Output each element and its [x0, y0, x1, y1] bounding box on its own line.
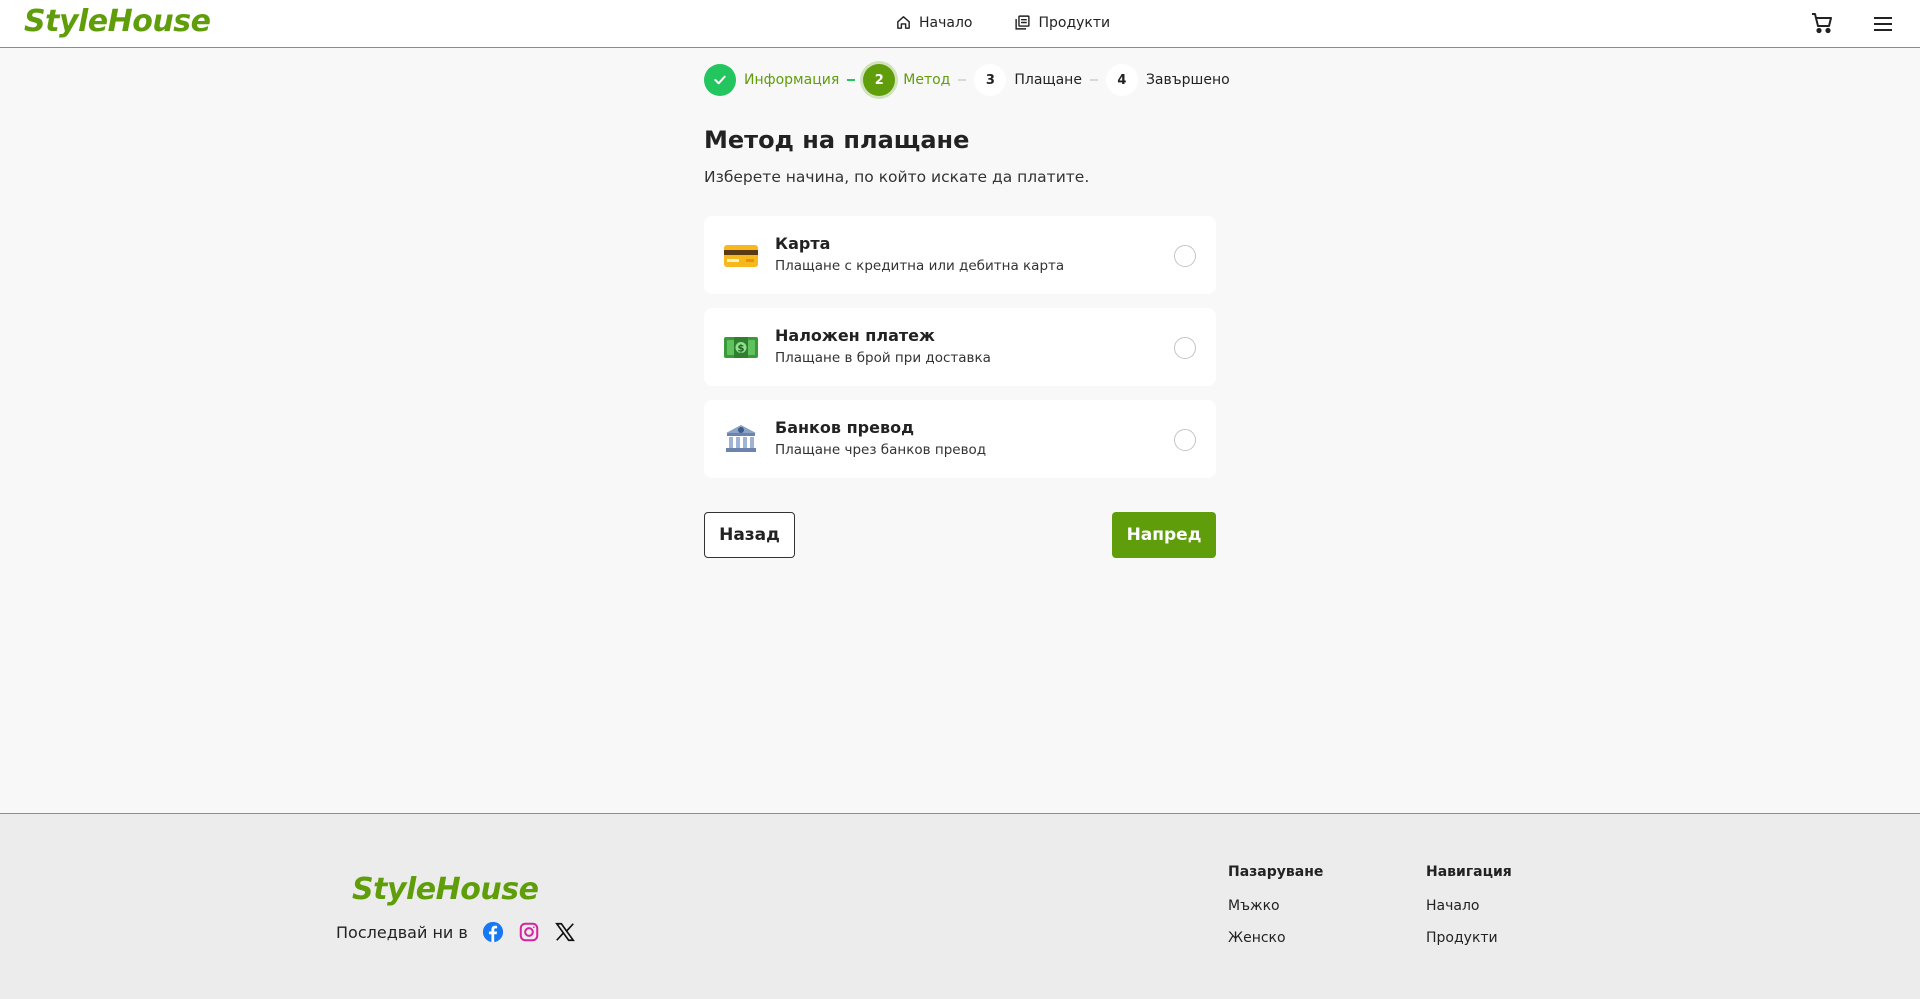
- instagram-icon[interactable]: [518, 921, 540, 943]
- step-label: Плащане: [1014, 72, 1082, 88]
- footer-link-products[interactable]: Продукти: [1426, 930, 1512, 946]
- payment-options: Карта Плащане с кредитна или дебитна кар…: [704, 216, 1216, 492]
- payment-option-cash[interactable]: $ Наложен платеж Плащане в брой при дост…: [704, 308, 1216, 386]
- facebook-icon[interactable]: [482, 921, 504, 943]
- footer-logo[interactable]: StyleHouse: [352, 872, 539, 907]
- step-label: Информация: [744, 72, 840, 88]
- follow-text: Последвай ни в: [336, 922, 468, 942]
- step-number: 3: [974, 64, 1007, 96]
- page-title: Метод на плащане: [704, 126, 970, 154]
- step-complete: 4 Завършено: [1105, 64, 1230, 96]
- bank-icon: [726, 425, 756, 452]
- logo[interactable]: StyleHouse: [24, 4, 211, 39]
- hamburger-menu-icon[interactable]: [1871, 12, 1895, 36]
- x-icon[interactable]: [554, 921, 576, 943]
- option-description: Плащане в брой при доставка: [775, 350, 991, 366]
- radio-button[interactable]: [1174, 337, 1196, 359]
- main-nav: Начало Продукти: [895, 14, 1110, 31]
- footer-link-home[interactable]: Начало: [1426, 898, 1512, 914]
- footer-column-shopping: Пазаруване Мъжко Женско: [1228, 864, 1323, 946]
- cart-icon[interactable]: [1810, 11, 1834, 35]
- check-icon: [714, 75, 726, 85]
- site-footer: StyleHouse Последвай ни в Пазаруване Мъж…: [0, 813, 1920, 999]
- step-number: 2: [863, 64, 896, 96]
- page-subtitle: Изберете начина, по който искате да плат…: [704, 168, 1090, 186]
- site-header: StyleHouse Начало Продукти: [0, 0, 1920, 48]
- payment-method-section: Метод на плащане Изберете начина, по кой…: [704, 126, 1216, 186]
- option-description: Плащане чрез банков превод: [775, 442, 987, 458]
- home-icon: [897, 16, 910, 29]
- payment-option-bank[interactable]: Банков превод Плащане чрез банков превод: [704, 400, 1216, 478]
- footer-column-navigation: Навигация Начало Продукти: [1426, 864, 1512, 946]
- step-method: 2 Метод: [863, 64, 950, 96]
- radio-button[interactable]: [1174, 245, 1196, 267]
- footer-column-title: Навигация: [1426, 864, 1512, 880]
- step-information: Информация: [704, 64, 839, 96]
- step-separator: [958, 79, 967, 81]
- step-number: 4: [1105, 64, 1138, 96]
- option-description: Плащане с кредитна или дебитна карта: [775, 258, 1065, 274]
- cash-icon: $: [724, 337, 758, 358]
- nav-item-products[interactable]: Продукти: [1014, 14, 1110, 31]
- back-button[interactable]: Назад: [704, 512, 795, 558]
- option-title: Наложен платеж: [775, 326, 935, 345]
- option-title: Карта: [775, 234, 831, 253]
- nav-item-label: Продукти: [1038, 14, 1111, 31]
- nav-item-label: Начало: [919, 14, 973, 31]
- footer-link-women[interactable]: Женско: [1228, 930, 1323, 946]
- step-done-badge: [704, 64, 736, 96]
- social-follow: Последвай ни в: [336, 921, 590, 943]
- radio-button[interactable]: [1174, 429, 1196, 451]
- footer-column-title: Пазаруване: [1228, 864, 1324, 880]
- footer-link-men[interactable]: Мъжко: [1228, 898, 1323, 914]
- step-payment: 3 Плащане: [974, 64, 1082, 96]
- products-icon: [1015, 15, 1031, 30]
- checkout-stepper: Информация 2 Метод 3 Плащане 4 Завършено: [704, 64, 1230, 96]
- nav-item-home[interactable]: Начало: [895, 14, 972, 31]
- step-label: Завършено: [1145, 72, 1230, 88]
- credit-card-icon: [724, 245, 758, 267]
- step-separator: [847, 79, 856, 81]
- option-title: Банков превод: [775, 418, 914, 437]
- payment-option-card[interactable]: Карта Плащане с кредитна или дебитна кар…: [704, 216, 1216, 294]
- next-button[interactable]: Напред: [1112, 512, 1216, 558]
- step-separator: [1089, 79, 1098, 81]
- step-label: Метод: [903, 72, 951, 88]
- svg-text:$: $: [738, 344, 745, 355]
